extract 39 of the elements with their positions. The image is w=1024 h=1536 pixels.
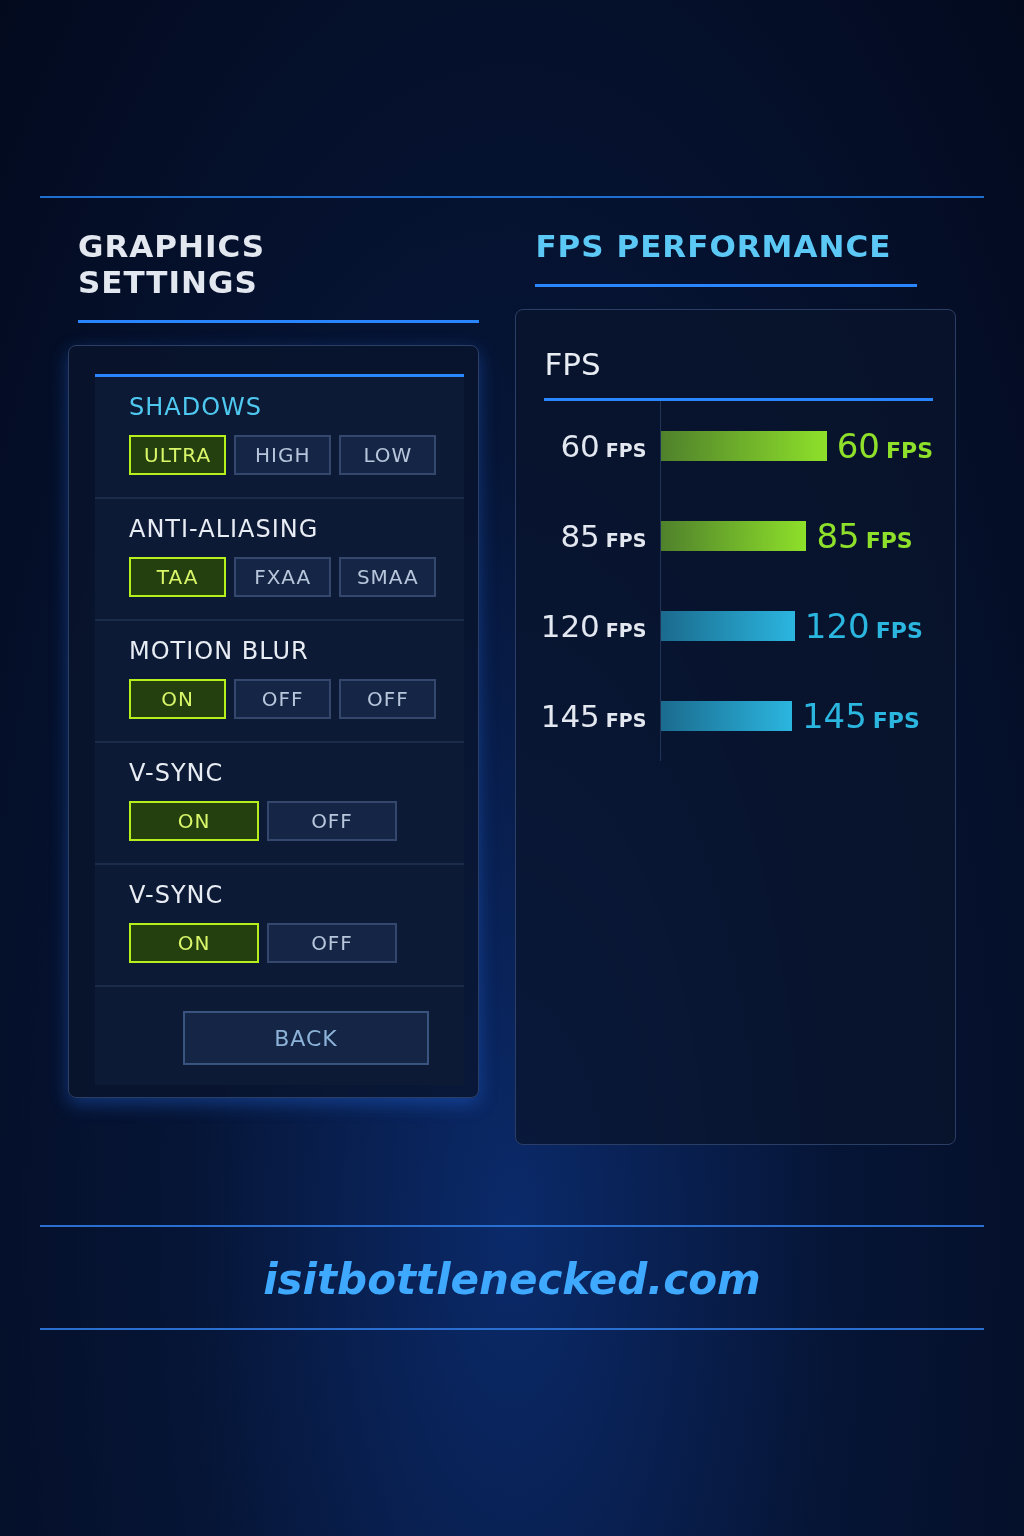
fps-unit: FPS bbox=[605, 529, 647, 551]
option-button[interactable]: ON bbox=[129, 801, 259, 841]
bar-unit: FPS bbox=[875, 618, 923, 643]
setting-label: MOTION BLUR bbox=[129, 637, 310, 665]
option-button[interactable]: TAA bbox=[129, 557, 227, 597]
section-heading: FPS PERFORMANCE bbox=[535, 228, 918, 287]
fps-unit: FPS bbox=[605, 439, 647, 461]
option-button[interactable]: OFF bbox=[267, 923, 397, 963]
bar-unit: FPS bbox=[872, 708, 920, 733]
setting-label: SHADOWS bbox=[129, 393, 264, 421]
site-name: isitbottlenecked.com bbox=[263, 1255, 761, 1304]
option-button[interactable]: OFF bbox=[234, 679, 332, 719]
bar-value: 85 bbox=[816, 516, 860, 556]
fps-value: 120 bbox=[540, 608, 600, 644]
option-button[interactable]: FXAA bbox=[234, 557, 332, 597]
bar-unit: FPS bbox=[886, 438, 933, 463]
section-heading: GRAPHICS SETTINGS bbox=[78, 228, 480, 323]
bar-unit: FPS bbox=[865, 528, 913, 553]
option-button[interactable]: ON bbox=[129, 923, 259, 963]
back-button[interactable]: BACK bbox=[183, 1011, 429, 1065]
setting-label: ANTI-ALIASING bbox=[129, 515, 320, 543]
bar-value: 60 bbox=[836, 426, 880, 466]
option-button[interactable]: OFF bbox=[339, 679, 437, 719]
option-button[interactable]: OFF bbox=[267, 801, 397, 841]
option-button[interactable]: ULTRA bbox=[129, 435, 227, 475]
option-button[interactable]: ON bbox=[129, 679, 227, 719]
fps-value: 145 bbox=[540, 698, 600, 734]
fps-unit: FPS bbox=[605, 619, 647, 641]
fps-value: 85 bbox=[560, 518, 600, 554]
bar-value: 120 bbox=[804, 606, 870, 646]
option-button[interactable]: LOW bbox=[339, 435, 437, 475]
fps-value: 60 bbox=[560, 428, 600, 464]
fps-unit: FPS bbox=[605, 709, 647, 731]
panel-title: FPS bbox=[544, 346, 933, 401]
setting-label: V-SYNC bbox=[129, 881, 225, 909]
bar-value: 145 bbox=[801, 696, 867, 736]
option-button[interactable]: HIGH bbox=[234, 435, 332, 475]
option-button[interactable]: SMAA bbox=[339, 557, 437, 597]
setting-label: V-SYNC bbox=[129, 759, 225, 787]
